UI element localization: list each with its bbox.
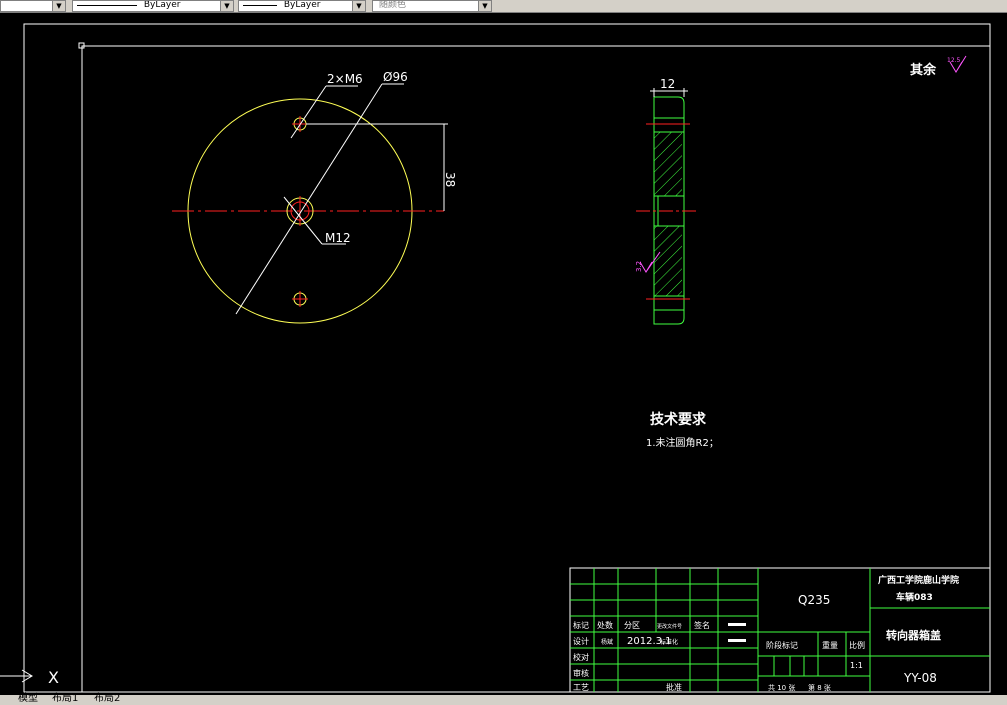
school-name: 广西工学院鹿山学院 [878, 574, 959, 586]
lineweight-preview [243, 4, 277, 6]
title-block: 标记 处数 分区 更改文件号 签名 设计 杨斌 2012.3.1 标准化 校对 … [569, 567, 991, 693]
holes-label: 2×M6 [327, 72, 363, 86]
review-label: 审核 [573, 668, 589, 678]
properties-toolbar: ▼ ByLayer ▼ ByLayer ▼ 随颜色 ▼ [0, 0, 1007, 13]
header-zone: 分区 [624, 621, 640, 630]
section-hatch-top [654, 132, 682, 196]
header-mark: 标记 [573, 620, 589, 630]
plotstyle-dropdown[interactable]: 随颜色 ▼ [372, 0, 492, 12]
layer-dropdown[interactable]: ▼ [0, 0, 66, 12]
part-name: 转向器箱盖 [886, 628, 941, 642]
thread-label: M12 [325, 231, 351, 245]
header-count: 处数 [597, 620, 613, 630]
sheet-number: 第 8 张 [808, 683, 831, 692]
roughness-side-value: 3.2 [635, 261, 643, 272]
thread-leader [283, 196, 323, 245]
standardization-block [728, 639, 746, 642]
header-signature: 签名 [694, 620, 710, 630]
holes-leader [290, 85, 327, 139]
check-label: 校对 [573, 652, 589, 662]
scale-value: 1:1 [850, 661, 863, 670]
total-sheets: 共 10 张 [768, 683, 795, 692]
diameter-label: Ø96 [383, 70, 408, 84]
tab-layout2[interactable]: 布局2 [94, 694, 120, 704]
plotstyle-value: 随颜色 [379, 0, 407, 10]
thickness-label: 12 [660, 77, 675, 91]
section-hatch-bottom [654, 226, 682, 296]
linetype-dropdown[interactable]: ByLayer ▼ [72, 0, 234, 12]
lineweight-value: ByLayer [283, 0, 321, 10]
front-view: Ø96 2×M6 M12 38 [172, 70, 457, 324]
class-name: 车辆083 [896, 591, 933, 603]
linetype-value: ByLayer [143, 0, 181, 10]
stage-mark-label: 阶段标记 [766, 640, 798, 650]
drawing-canvas[interactable]: Ø96 2×M6 M12 38 12 3.2 其余 12.5 技术要求 1.未注… [0, 13, 1007, 695]
tab-layout1[interactable]: 布局1 [52, 694, 78, 704]
drawing-frame [81, 45, 991, 693]
standardization-label: 标准化 [660, 638, 678, 646]
header-date-block [728, 623, 746, 626]
ratio-label: 比例 [849, 640, 865, 650]
diameter-dim-line [235, 83, 383, 315]
side-view: 12 3.2 [635, 77, 696, 325]
roughness-other-value: 12.5 [947, 57, 961, 64]
designer-name: 杨斌 [601, 638, 613, 646]
chevron-down-icon[interactable]: ▼ [478, 1, 491, 11]
lineweight-dropdown[interactable]: ByLayer ▼ [238, 0, 366, 12]
layout-tabs: 模型 布局1 布局2 [0, 694, 1007, 705]
weight-label: 重量 [822, 640, 838, 650]
tech-req-title: 技术要求 [650, 411, 707, 428]
paper-border [23, 23, 991, 693]
tech-req-item: 1.未注圆角R2； [646, 436, 719, 449]
design-label: 设计 [573, 636, 589, 646]
header-change-doc: 更改文件号 [657, 623, 682, 630]
process-label: 工艺 [573, 683, 589, 692]
tab-model[interactable]: 模型 [18, 694, 38, 704]
chevron-down-icon[interactable]: ▼ [220, 1, 233, 11]
chevron-down-icon[interactable]: ▼ [52, 1, 65, 11]
approve-label: 批准 [666, 682, 682, 692]
ucs-icon: X [0, 668, 59, 687]
material-label: Q235 [798, 593, 830, 607]
chevron-down-icon[interactable]: ▼ [352, 1, 365, 11]
roughness-other-label: 其余 [910, 62, 937, 78]
drawing-number: YY-08 [903, 671, 937, 685]
linetype-preview [77, 4, 137, 6]
distance-label: 38 [443, 172, 457, 187]
ucs-x-label: X [48, 668, 59, 687]
